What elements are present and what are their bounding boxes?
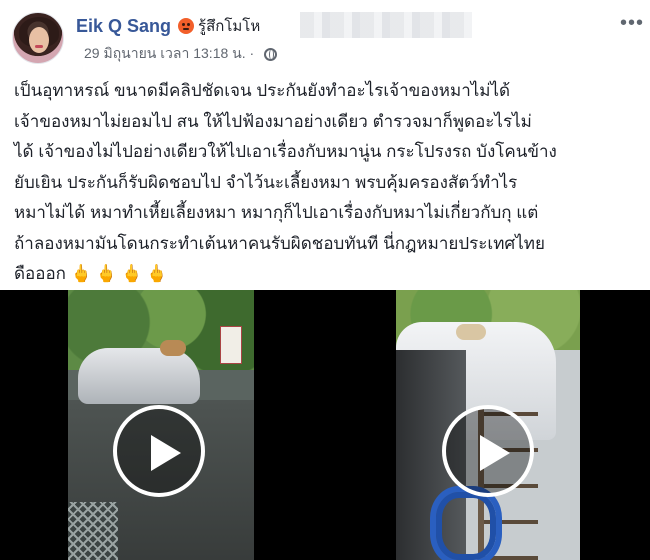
thumbnail-dog [160,340,186,356]
thumbnail-animal [456,324,486,340]
post-timestamp[interactable]: 29 มิถุนายน เวลา 13:18 น. · [84,43,254,65]
post-body-line: ดือออก [14,264,66,283]
thumbnail-grate [68,502,118,560]
thumbnail-sign [220,326,242,364]
post-body-last-line: ดือออก 🖕🖕🖕🖕 [14,259,640,290]
facebook-post: Eik Q Sang รู้สึกโมโห ••• 29 มิถุนายน เว… [0,0,650,560]
thumbnail-covered-car [78,348,200,404]
author-avatar[interactable] [12,12,64,64]
play-icon [480,435,510,471]
avatar-lips [35,45,43,48]
feeling-text[interactable]: รู้สึกโมโห [198,14,260,38]
globe-icon[interactable] [264,47,278,61]
post-body-line: เจ้าของหมาไม่ยอมไป สน ให้ไปฟ้องมาอย่างเด… [14,111,532,131]
post-header-line: Eik Q Sang รู้สึกโมโห [76,14,260,38]
post-body-line: ได้ เจ้าของไม่ไปอย่างเดียวให้ไปเอาเรื่อง… [14,142,557,161]
post-meta: 29 มิถุนายน เวลา 13:18 น. · [84,43,278,65]
post-body-line: หมาไม่ได้ หมาทำเหี้ยเลี้ยงหมา หมากุก็ไปเ… [14,203,539,222]
blurred-tag [300,12,472,38]
media-area [0,290,650,560]
post-body-line: เป็นอุทาหรณ์ ขนาดมีคลิปชัดเจน ประกันยังท… [14,81,511,100]
post-body: เป็นอุทาหรณ์ ขนาดมีคลิปชัดเจน ประกันยังท… [14,76,640,290]
play-button-left[interactable] [113,405,205,497]
play-icon [151,435,181,471]
thumbnail-hose [430,486,502,560]
more-options-icon[interactable]: ••• [620,13,644,33]
post-body-line: ถ้าลองหมามันโดนกระทำเต้นหาคนรับผิดชอบทัน… [14,233,545,253]
emoji-row: 🖕🖕🖕🖕 [70,264,172,283]
post-body-line: ยับเยิน ประกันก็รับผิดชอบไป จำไว้นะเลี้ย… [14,172,518,192]
play-button-right[interactable] [442,405,534,497]
author-name[interactable]: Eik Q Sang [76,16,171,37]
angry-face-icon [178,18,195,34]
avatar-face [29,27,49,53]
